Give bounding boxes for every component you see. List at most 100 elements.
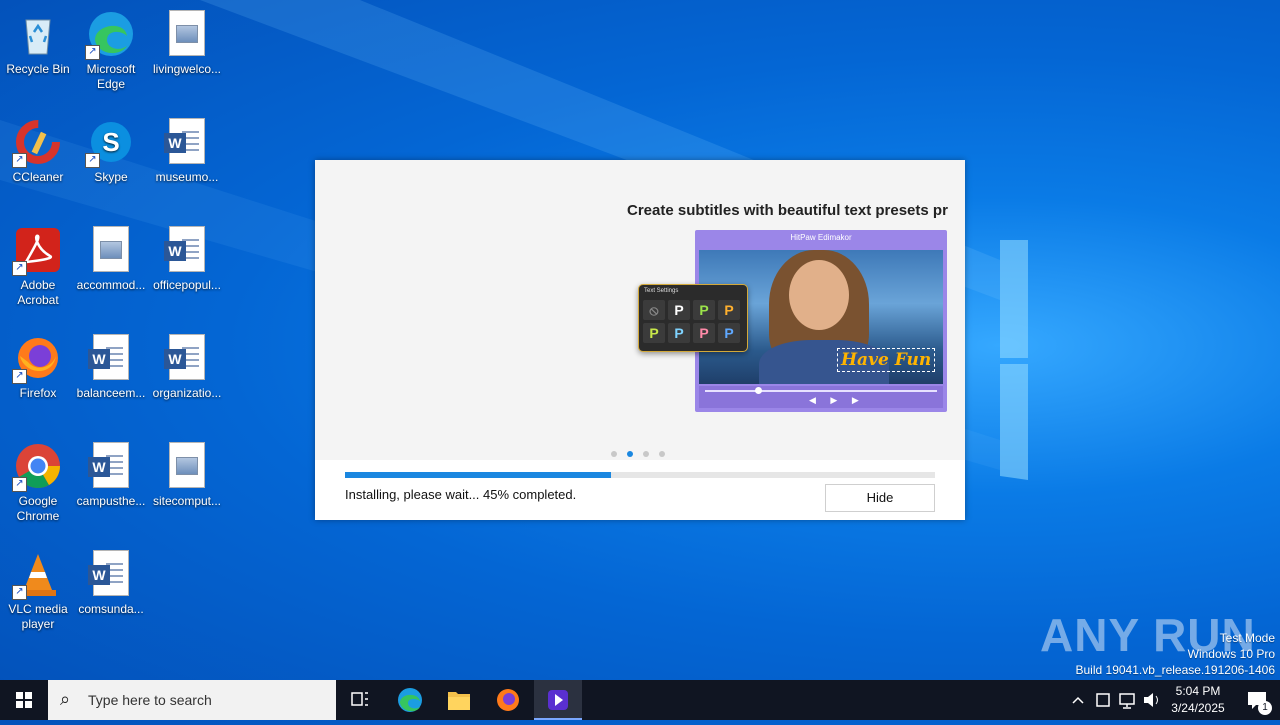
text-preset-swatch: P <box>643 323 665 343</box>
text-preset-swatch: P <box>668 300 690 320</box>
windows-edition-text: Windows 10 Pro <box>1187 647 1275 661</box>
preview-app-title: HitPaw Edimakor <box>790 233 852 242</box>
desktop-icon-label: comsunda... <box>78 602 144 616</box>
text-preset-swatch: P <box>718 300 740 320</box>
text-preset-swatch: P <box>668 323 690 343</box>
word-document-icon: W <box>164 118 205 164</box>
desktop-icon-label: Microsoft Edge <box>86 62 136 91</box>
slide-indicator <box>611 444 675 457</box>
desktop-icon-google-chrome[interactable]: ↗ Google Chrome <box>0 436 76 524</box>
shortcut-arrow-icon: ↗ <box>85 45 100 60</box>
image-file-icon <box>169 442 205 488</box>
desktop-icon-label: livingwelco... <box>152 62 222 76</box>
taskbar-edge[interactable] <box>386 680 434 720</box>
slide-dot[interactable] <box>627 451 633 457</box>
taskbar-firefox[interactable] <box>484 680 532 720</box>
action-center-button[interactable]: 1 <box>1236 680 1280 720</box>
desktop-icon-ccleaner[interactable]: ↗ CCleaner <box>0 112 76 185</box>
slide-title: Create subtitles with beautiful text pre… <box>627 202 948 219</box>
desktop-icon-microsoft-edge[interactable]: ↗ Microsoft Edge <box>73 4 149 92</box>
shortcut-arrow-icon: ↗ <box>85 153 100 168</box>
word-document-icon: W <box>88 550 129 596</box>
word-document-icon: W <box>88 334 129 380</box>
desktop-icon-label: Firefox <box>19 386 57 400</box>
desktop-icon-vlc[interactable]: ↗ VLC media player <box>0 544 76 632</box>
desktop-icon-label: organizatio... <box>152 386 222 400</box>
taskbar-clock[interactable]: 5:04 PM 3/24/2025 <box>1160 683 1236 717</box>
recycle-bin-icon <box>25 19 51 55</box>
desktop-icon-firefox[interactable]: ↗ Firefox <box>0 328 76 401</box>
shortcut-arrow-icon: ↗ <box>12 477 27 492</box>
microsoft-edge-icon <box>398 688 422 712</box>
slide-dot[interactable] <box>643 451 649 457</box>
word-document-icon: W <box>88 442 129 488</box>
desktop-icon-label: campusthe... <box>76 494 146 508</box>
desktop-icon-recycle-bin[interactable]: Recycle Bin <box>0 4 76 77</box>
windows-logo-icon <box>16 692 32 708</box>
text-settings-panel: Text Settings ⦸ P P P P P P P <box>638 284 748 352</box>
desktop-icon-label: Adobe Acrobat <box>17 278 59 307</box>
player-timeline <box>705 387 937 394</box>
desktop-icon-label: sitecomput... <box>152 494 222 508</box>
desktop-icon-label: Skype <box>94 170 128 184</box>
desktop-icon-organizatio[interactable]: W organizatio... <box>149 328 225 401</box>
clock-time: 5:04 PM <box>1175 684 1221 698</box>
caption-have-fun: Have Fun <box>837 348 936 372</box>
desktop-icon-label: Google Chrome <box>16 494 60 523</box>
desktop-icon-campusthe[interactable]: W campusthe... <box>73 436 149 509</box>
firefox-icon <box>497 689 519 711</box>
desktop-icon-accommod[interactable]: accommod... <box>73 220 149 293</box>
desktop-icon-museumo[interactable]: W museumo... <box>149 112 225 185</box>
svg-text:S: S <box>102 127 119 157</box>
task-view-icon <box>351 692 368 706</box>
desktop-icon-sitecomput[interactable]: sitecomput... <box>149 436 225 509</box>
taskbar: ⌕ Type here to search 5:04 PM 3/24/2025 … <box>0 680 1280 720</box>
slide-dot[interactable] <box>659 451 665 457</box>
network-icon[interactable] <box>1116 680 1138 720</box>
playback-buttons-icon: ◀ ▶ ▶ <box>809 395 865 405</box>
os-info: Test Mode Windows 10 Pro Build 19041.vb_… <box>1076 630 1276 678</box>
installer-dialog: Create subtitles with beautiful text pre… <box>315 160 965 520</box>
chevron-up-icon[interactable] <box>1068 680 1088 720</box>
taskbar-search-box[interactable]: ⌕ Type here to search <box>48 680 336 720</box>
clock-date: 3/24/2025 <box>1171 701 1225 715</box>
word-document-icon: W <box>164 226 205 272</box>
taskbar-hitpaw-installer[interactable] <box>534 680 582 720</box>
desktop-icon-livingwelco[interactable]: livingwelco... <box>149 4 225 77</box>
notification-icon <box>1248 692 1266 709</box>
volume-icon[interactable] <box>1140 680 1162 720</box>
text-preset-swatch: P <box>693 323 715 343</box>
desktop-icon-balanceem[interactable]: W balanceem... <box>73 328 149 401</box>
player-controls: ◀ ▶ ▶ <box>699 386 943 408</box>
notification-count: 1 <box>1258 701 1272 715</box>
hitpaw-edimakor-icon <box>548 690 568 710</box>
security-icon[interactable] <box>1092 680 1114 720</box>
desktop-icon-label: CCleaner <box>12 170 64 184</box>
task-view-button[interactable] <box>336 680 384 720</box>
image-file-icon <box>169 10 205 56</box>
install-progress-bar <box>345 472 935 478</box>
test-mode-text: Test Mode <box>1219 631 1275 645</box>
desktop-icon-skype[interactable]: S ↗ Skype <box>73 112 149 185</box>
text-preset-grid: ⦸ P P P P P P P <box>643 300 745 343</box>
shortcut-arrow-icon: ↗ <box>12 585 27 600</box>
text-preset-swatch: ⦸ <box>643 300 665 320</box>
feature-slide: Create subtitles with beautiful text pre… <box>315 160 965 460</box>
folder-icon <box>448 692 470 710</box>
desktop-icon-label: museumo... <box>155 170 219 184</box>
taskbar-file-explorer[interactable] <box>435 680 483 720</box>
desktop-icon-comsunda[interactable]: W comsunda... <box>73 544 149 617</box>
desktop-icon-label: balanceem... <box>76 386 146 400</box>
desktop-icon-adobe-acrobat[interactable]: ↗ Adobe Acrobat <box>0 220 76 308</box>
hide-button[interactable]: Hide <box>825 484 935 512</box>
windows-build-text: Build 19041.vb_release.191206-1406 <box>1075 663 1276 677</box>
slide-dot[interactable] <box>611 451 617 457</box>
word-document-icon: W <box>164 334 205 380</box>
desktop-icon-officepopul[interactable]: W officepopul... <box>149 220 225 293</box>
search-placeholder: Type here to search <box>88 692 212 708</box>
desktop-icon-label: officepopul... <box>153 278 221 292</box>
shortcut-arrow-icon: ↗ <box>12 153 27 168</box>
text-settings-title: Text Settings <box>644 288 679 294</box>
start-button[interactable] <box>0 680 48 720</box>
desktop-icon-label: accommod... <box>76 278 146 292</box>
